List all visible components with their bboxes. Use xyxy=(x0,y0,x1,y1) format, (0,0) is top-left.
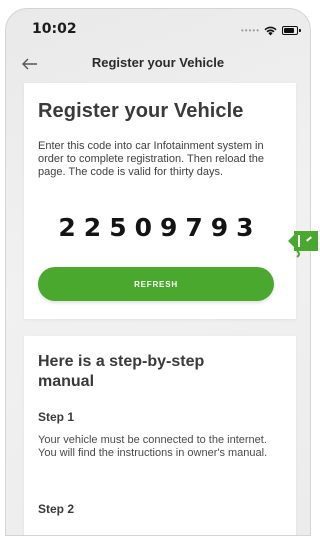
phone-screen: 10:02 ••••• Register your Vehicle Regist… xyxy=(5,8,311,536)
signal-dots-icon: ••••• xyxy=(240,25,260,35)
status-bar: 10:02 ••••• xyxy=(6,9,310,47)
refresh-button[interactable]: REFRESH xyxy=(38,267,274,301)
step-1-heading: Step 1 xyxy=(38,410,75,424)
registration-code: 22509793 xyxy=(58,213,262,242)
register-card-title: Register your Vehicle xyxy=(38,100,244,122)
status-icons: ••••• xyxy=(240,24,301,36)
step-1-text: Your vehicle must be connected to the in… xyxy=(38,434,268,459)
register-card-description: Enter this code into car Infotainment sy… xyxy=(38,140,265,178)
page-title: Register your Vehicle xyxy=(91,55,225,70)
side-handle-icon[interactable] xyxy=(288,230,318,258)
nav-bar: Register your Vehicle xyxy=(6,47,310,81)
wifi-icon xyxy=(264,26,277,36)
register-card: Register your Vehicle Enter this code in… xyxy=(24,83,296,319)
manual-title: Here is a step-by-step manual xyxy=(38,353,205,390)
status-time: 10:02 xyxy=(32,21,77,37)
step-2-heading: Step 2 xyxy=(38,502,75,516)
manual-card: Here is a step-by-step manual Step 1 You… xyxy=(24,336,296,535)
battery-icon xyxy=(282,25,301,35)
